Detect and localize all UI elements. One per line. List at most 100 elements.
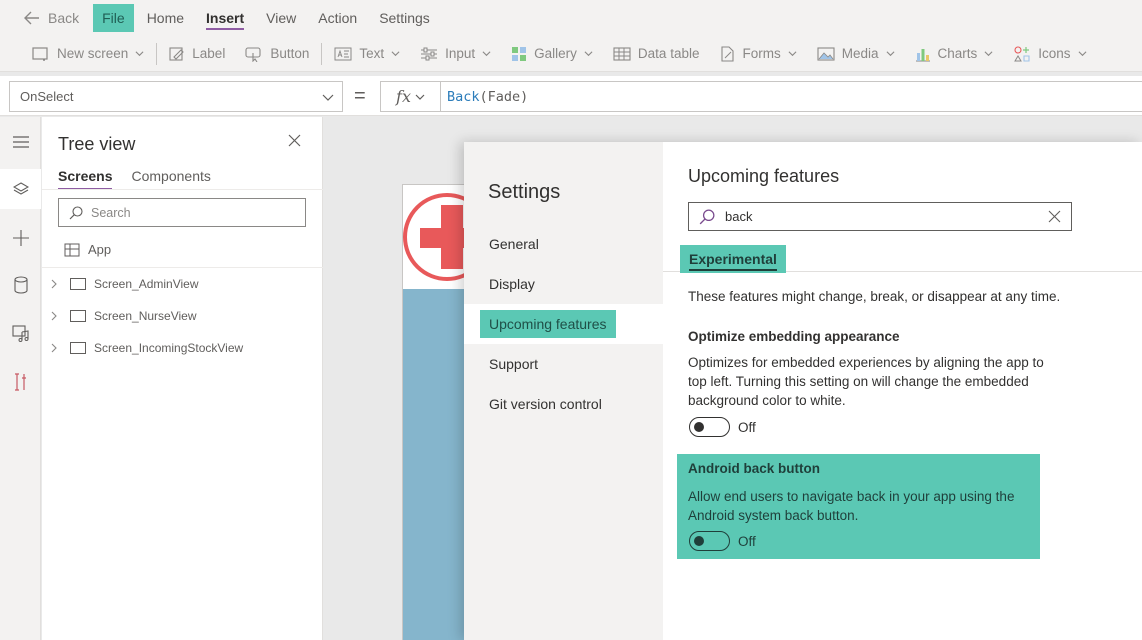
icons-menu-button[interactable]: Icons <box>1003 36 1096 71</box>
data-table-button[interactable]: Data table <box>603 36 710 71</box>
button-button[interactable]: Button <box>235 36 319 71</box>
arrow-left-icon <box>24 11 39 25</box>
chevron-down-icon <box>135 51 144 57</box>
ribbon-separator <box>156 42 158 65</box>
tree-item-screen[interactable]: Screen_NurseView <box>50 304 197 328</box>
app-icon <box>64 243 80 256</box>
settings-nav-support[interactable]: Support <box>464 344 663 384</box>
chevron-down-icon <box>482 51 491 57</box>
text-icon <box>334 47 352 60</box>
screen-icon <box>70 278 86 290</box>
tree-item-screen[interactable]: Screen_AdminView <box>50 272 199 296</box>
formula-input[interactable]: Back (Fade) <box>440 81 1142 112</box>
settings-nav: Settings General Display Upcoming featur… <box>464 142 663 640</box>
hamburger-button[interactable] <box>0 122 41 162</box>
menu-action[interactable]: Action <box>307 0 368 36</box>
tree-close-button[interactable] <box>288 134 301 147</box>
settings-nav-git-version-control[interactable]: Git version control <box>464 384 663 424</box>
plus-icon <box>12 230 29 246</box>
gallery-menu-label: Gallery <box>534 46 577 61</box>
property-dropdown[interactable]: OnSelect <box>9 81 343 112</box>
settings-nav-upcoming-features-label: Upcoming features <box>480 310 616 338</box>
tree-view-button[interactable] <box>0 169 41 209</box>
android-back-button-feature: Android back button Allow end users to n… <box>677 454 1040 559</box>
label-button[interactable]: Label <box>159 36 235 71</box>
feature-title-android-back: Android back button <box>688 461 820 476</box>
tree-divider <box>42 267 323 268</box>
toggle-thumb <box>694 422 704 432</box>
forms-menu-button[interactable]: Forms <box>709 36 806 71</box>
features-search-input[interactable]: back <box>688 202 1072 231</box>
menu-settings[interactable]: Settings <box>368 0 441 36</box>
tab-experimental[interactable]: Experimental <box>680 245 786 273</box>
toggle-track[interactable] <box>689 417 730 437</box>
ribbon-separator <box>321 42 323 65</box>
left-rail <box>0 117 41 640</box>
tree-search-input[interactable]: Search <box>58 198 306 227</box>
equals-sign: = <box>354 85 366 107</box>
toggle-embedding[interactable]: Off <box>689 417 756 437</box>
tree-divider <box>42 189 323 190</box>
settings-nav-display[interactable]: Display <box>464 264 663 304</box>
image-icon <box>817 46 835 61</box>
tree-item-app[interactable]: App <box>64 242 111 257</box>
text-menu-button[interactable]: Text <box>324 36 410 71</box>
menu-home[interactable]: Home <box>136 0 195 36</box>
insert-button[interactable] <box>0 218 41 258</box>
menu-insert[interactable]: Insert <box>195 0 255 36</box>
hamburger-icon <box>12 136 29 148</box>
media-menu-button[interactable]: Media <box>807 36 905 71</box>
label-label: Label <box>192 46 226 61</box>
property-value: OnSelect <box>20 89 74 104</box>
toggle-thumb <box>694 536 704 546</box>
button-label: Button <box>270 46 310 61</box>
data-table-label: Data table <box>637 46 700 61</box>
toggle-track[interactable] <box>689 531 730 551</box>
back-button[interactable]: Back <box>0 0 91 36</box>
insert-ribbon: New screen Label Button Text Input Galle… <box>0 36 1142 72</box>
chevron-right-icon[interactable] <box>50 279 58 289</box>
icons-icon <box>1014 45 1030 62</box>
chevron-right-icon[interactable] <box>50 343 58 353</box>
clear-search-icon[interactable] <box>1048 210 1061 223</box>
icons-menu-label: Icons <box>1038 46 1071 61</box>
settings-nav-upcoming-features[interactable]: Upcoming features <box>464 304 663 344</box>
menu-file[interactable]: File <box>93 4 134 32</box>
toggle-state-label: Off <box>738 419 756 435</box>
tab-components[interactable]: Components <box>131 168 210 184</box>
new-screen-button[interactable]: New screen <box>22 36 154 71</box>
input-menu-button[interactable]: Input <box>410 36 501 71</box>
formula-function: Back <box>447 88 480 105</box>
tab-screens[interactable]: Screens <box>58 168 113 190</box>
tree-item-screen[interactable]: Screen_IncomingStockView <box>50 336 243 360</box>
data-button[interactable] <box>0 265 41 305</box>
media-button[interactable] <box>0 313 41 353</box>
fx-button[interactable]: fx <box>380 81 440 112</box>
toggle-android-back[interactable]: Off <box>689 531 756 551</box>
upcoming-features-title: Upcoming features <box>688 166 840 186</box>
chevron-down-icon <box>886 51 894 57</box>
tab-experimental-label: Experimental <box>689 251 777 267</box>
layers-icon <box>12 182 29 195</box>
close-icon <box>288 134 301 147</box>
charts-menu-button[interactable]: Charts <box>905 36 1004 71</box>
chevron-down-icon <box>391 51 400 57</box>
settings-nav-general[interactable]: General <box>464 224 663 264</box>
screen-name: Screen_IncomingStockView <box>94 341 244 355</box>
menu-view[interactable]: View <box>255 0 307 36</box>
chevron-right-icon[interactable] <box>50 311 58 321</box>
database-icon <box>13 276 28 294</box>
feature-title-embedding: Optimize embedding appearance <box>688 329 900 344</box>
tools-icon <box>14 373 26 391</box>
media-icon <box>11 325 29 342</box>
gallery-menu-button[interactable]: Gallery <box>501 36 603 71</box>
chevron-down-icon <box>984 51 993 57</box>
search-icon <box>699 209 715 224</box>
tree-search-placeholder: Search <box>91 205 131 220</box>
screen-name: Screen_AdminView <box>94 277 199 291</box>
text-menu-label: Text <box>359 46 385 61</box>
new-screen-icon <box>32 46 48 61</box>
tree-app-label: App <box>88 242 112 257</box>
advanced-tools-button[interactable] <box>0 362 41 402</box>
input-menu-label: Input <box>445 46 476 61</box>
